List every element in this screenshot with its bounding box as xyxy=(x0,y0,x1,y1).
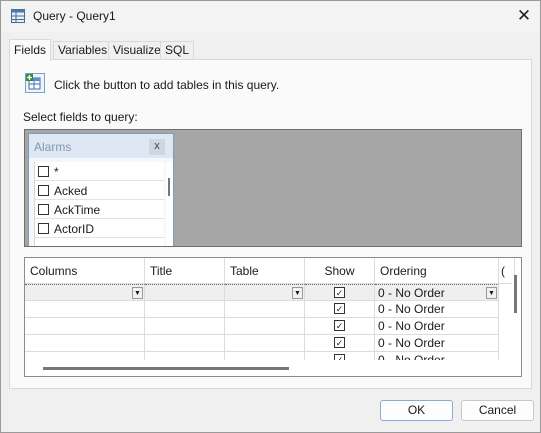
field-list: * Acked AckTime ActorID xyxy=(34,162,164,246)
cell-title[interactable] xyxy=(145,301,225,318)
grid-horizontal-scroll-thumb[interactable] xyxy=(43,367,289,370)
title-bar: Query - Query1 ✕ xyxy=(1,1,540,32)
field-checkbox[interactable] xyxy=(38,185,49,196)
column-header-table[interactable]: Table xyxy=(225,258,305,284)
grid-header: Columns Title Table Show Ordering ( xyxy=(25,258,515,284)
field-row[interactable]: Acked xyxy=(35,181,164,200)
tab-strip: Fields Variables Visualize SQL xyxy=(9,39,532,61)
table-row[interactable]: ✓ 0 - No Order xyxy=(25,301,510,318)
cell-ordering[interactable]: 0 - No Order xyxy=(375,335,499,352)
table-box-header[interactable]: Alarms x xyxy=(29,134,173,158)
tab-variables[interactable]: Variables xyxy=(53,41,113,60)
grid-vertical-scroll-thumb[interactable] xyxy=(514,275,517,313)
show-checkbox[interactable]: ✓ xyxy=(334,287,345,298)
show-checkbox[interactable]: ✓ xyxy=(334,337,345,348)
cell-ordering[interactable]: 0 - No Order xyxy=(375,301,499,318)
column-header-columns[interactable]: Columns xyxy=(25,258,145,284)
ordering-value: 0 - No Order xyxy=(378,336,445,350)
add-table-icon xyxy=(26,74,41,90)
column-header-ordering[interactable]: Ordering xyxy=(375,258,499,284)
field-name: Acked xyxy=(54,184,88,198)
cell-show: ✓ xyxy=(305,301,375,318)
field-checkbox[interactable] xyxy=(38,223,49,234)
chevron-down-icon[interactable]: ▼ xyxy=(292,287,303,299)
cell-column[interactable]: ▼ xyxy=(25,284,145,301)
field-name: AckTime xyxy=(54,203,101,217)
select-fields-label: Select fields to query: xyxy=(23,110,138,124)
field-name: ActorID xyxy=(54,222,95,236)
field-name: * xyxy=(54,165,59,179)
field-checkbox[interactable] xyxy=(38,166,49,177)
field-checkbox[interactable] xyxy=(38,204,49,215)
grid-horizontal-scrollbar[interactable] xyxy=(25,360,510,376)
query-fields-grid: Columns Title Table Show Ordering ( ▼ ▼ ✓ 0… xyxy=(24,257,522,377)
show-checkbox[interactable]: ✓ xyxy=(334,320,345,331)
grid-vertical-scrollbar[interactable] xyxy=(512,275,521,370)
cell-table[interactable] xyxy=(225,301,305,318)
show-checkbox[interactable]: ✓ xyxy=(334,303,345,314)
chevron-down-icon[interactable]: ▼ xyxy=(486,287,497,299)
table-row[interactable]: ✓ 0 - No Order xyxy=(25,335,510,352)
tab-fields[interactable]: Fields xyxy=(9,39,52,61)
table-row[interactable]: ✓ 0 - No Order xyxy=(25,318,510,335)
cell-column[interactable] xyxy=(25,318,145,335)
field-list-scrollbar[interactable] xyxy=(166,162,173,246)
cell-show: ✓ xyxy=(305,335,375,352)
close-icon[interactable]: ✕ xyxy=(509,3,539,29)
ordering-value: 0 - No Order xyxy=(378,286,445,300)
window-title: Query - Query1 xyxy=(33,9,116,23)
field-row[interactable]: ActorID xyxy=(35,219,164,238)
cell-title[interactable] xyxy=(145,318,225,335)
remove-table-icon[interactable]: x xyxy=(149,139,165,155)
cell-table[interactable] xyxy=(225,318,305,335)
query-window-icon xyxy=(11,9,25,23)
add-table-button[interactable] xyxy=(25,73,45,93)
cell-title[interactable] xyxy=(145,335,225,352)
cell-ordering[interactable]: 0 - No Order ▼ xyxy=(375,284,499,301)
ordering-value: 0 - No Order xyxy=(378,302,445,316)
column-header-title[interactable]: Title xyxy=(145,258,225,284)
ordering-value: 0 - No Order xyxy=(378,319,445,333)
table-row[interactable]: ▼ ▼ ✓ 0 - No Order ▼ xyxy=(25,284,510,301)
field-row[interactable]: AckTime xyxy=(35,200,164,219)
cell-ordering[interactable]: 0 - No Order xyxy=(375,318,499,335)
column-header-show[interactable]: Show xyxy=(305,258,375,284)
cell-table[interactable] xyxy=(225,335,305,352)
table-name: Alarms xyxy=(34,140,72,154)
cancel-button[interactable]: Cancel xyxy=(461,400,534,421)
ok-button[interactable]: OK xyxy=(380,400,453,421)
chevron-down-icon[interactable]: ▼ xyxy=(132,287,143,299)
cell-column[interactable] xyxy=(25,301,145,318)
cell-table[interactable]: ▼ xyxy=(225,284,305,301)
query-designer-canvas[interactable]: Alarms x * Acked AckTime ActorID xyxy=(24,129,522,247)
cell-title[interactable] xyxy=(145,284,225,301)
cell-show: ✓ xyxy=(305,318,375,335)
table-box-alarms[interactable]: Alarms x * Acked AckTime ActorID xyxy=(28,133,174,246)
cell-show: ✓ xyxy=(305,284,375,301)
field-row[interactable]: * xyxy=(35,162,164,181)
query-dialog: Query - Query1 ✕ Fields Variables Visual… xyxy=(0,0,541,433)
fields-tab-panel: Click the button to add tables in this q… xyxy=(9,59,532,389)
field-list-scroll-thumb[interactable] xyxy=(168,178,170,196)
cell-column[interactable] xyxy=(25,335,145,352)
tab-visualize[interactable]: Visualize xyxy=(108,41,166,60)
tab-sql[interactable]: SQL xyxy=(160,41,195,60)
add-table-hint: Click the button to add tables in this q… xyxy=(54,78,280,92)
